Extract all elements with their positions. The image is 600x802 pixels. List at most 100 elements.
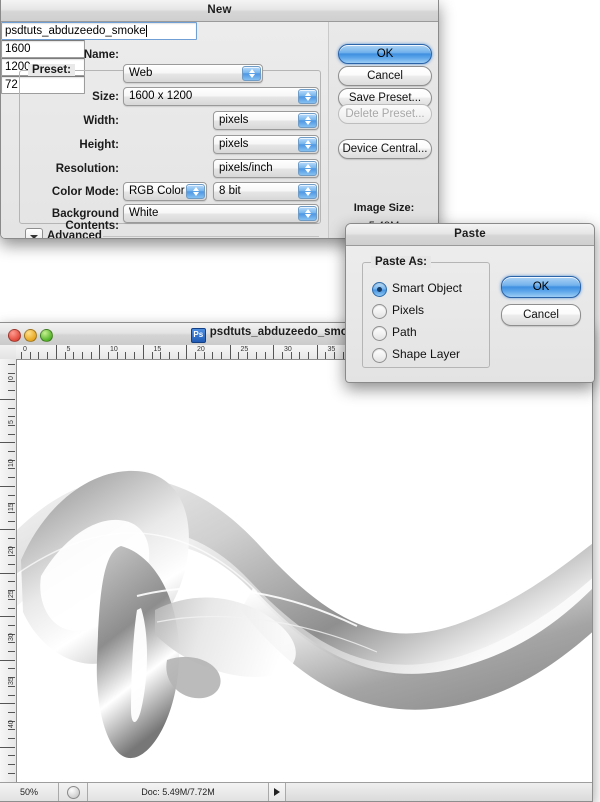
- width-unit-value: pixels: [219, 114, 249, 126]
- resolution-label: Resolution:: [55, 163, 119, 175]
- radio-pixels[interactable]: [372, 304, 387, 319]
- ruler-label: 20: [197, 346, 205, 353]
- radio-label-smart-object[interactable]: Smart Object: [392, 281, 462, 295]
- ok-button[interactable]: OK: [338, 44, 432, 64]
- ruler-tick: [8, 764, 15, 765]
- color-depth-dropdown[interactable]: 8 bit: [213, 182, 319, 201]
- width-unit-dropdown[interactable]: pixels: [213, 111, 319, 130]
- ruler-tick: [299, 352, 300, 359]
- paste-cancel-button[interactable]: Cancel: [501, 304, 581, 326]
- preset-dropdown[interactable]: Web: [123, 64, 263, 83]
- ruler-tick: [8, 381, 15, 382]
- ruler-tick: [8, 599, 15, 600]
- ruler-label: 0: [23, 346, 27, 353]
- cancel-button[interactable]: Cancel: [338, 66, 432, 86]
- chevron-updown-icon[interactable]: [298, 206, 317, 221]
- ruler-tick: [0, 660, 15, 661]
- chevron-updown-icon[interactable]: [298, 137, 317, 152]
- background-contents-dropdown[interactable]: White: [123, 204, 319, 223]
- chevron-updown-icon[interactable]: [298, 89, 317, 104]
- radio-smart-object[interactable]: [372, 282, 387, 297]
- chevron-updown-icon[interactable]: [242, 66, 261, 81]
- ruler-tick: [265, 352, 266, 359]
- paste-ok-button[interactable]: OK: [501, 276, 581, 298]
- ruler-tick: [73, 352, 74, 359]
- new-document-dialog: New Name: psdtuts_abduzeedo_smoke Preset…: [0, 0, 439, 239]
- proxy-preview-icon[interactable]: [59, 783, 88, 801]
- resolution-unit-dropdown[interactable]: pixels/inch: [213, 159, 319, 178]
- ruler-tick: [8, 425, 15, 426]
- ruler-tick: [99, 345, 100, 359]
- ruler-tick: [8, 642, 15, 643]
- text-caret: [145, 25, 147, 37]
- radio-label-path[interactable]: Path: [392, 325, 417, 339]
- ruler-tick: [108, 352, 109, 359]
- ruler-tick: [8, 755, 15, 756]
- device-central-button[interactable]: Device Central...: [338, 139, 432, 159]
- ruler-tick: [317, 345, 318, 359]
- radio-label-pixels[interactable]: Pixels: [392, 303, 424, 317]
- ruler-tick: [8, 477, 15, 478]
- ruler-tick: [247, 352, 248, 359]
- image-canvas[interactable]: [17, 360, 592, 783]
- ruler-tick: [0, 486, 15, 487]
- document-window: Ps psdtuts_abduzeedo_smoke @ 50% 0 5 10 15 20…: [0, 322, 593, 802]
- status-menu-arrow-icon[interactable]: [269, 783, 286, 801]
- radio-label-shape-layer[interactable]: Shape Layer: [392, 347, 460, 361]
- size-dropdown-value: 1600 x 1200: [129, 90, 193, 102]
- ruler-tick: [8, 625, 15, 626]
- ruler-tick: [212, 352, 213, 359]
- ruler-tick: [143, 345, 144, 359]
- paste-dialog-title: Paste: [346, 224, 594, 246]
- ruler-label: 0: [8, 376, 15, 380]
- ruler-tick: [8, 773, 15, 774]
- background-contents-value: White: [129, 207, 159, 219]
- width-input-value: 1600: [5, 43, 31, 55]
- status-bar-filler: [286, 783, 592, 801]
- color-depth-value: 8 bit: [219, 185, 241, 197]
- preset-dropdown-value: Web: [129, 67, 153, 79]
- ruler-tick: [8, 712, 15, 713]
- name-input[interactable]: psdtuts_abduzeedo_smoke: [1, 22, 197, 40]
- ruler-tick: [8, 521, 15, 522]
- radio-path[interactable]: [372, 326, 387, 341]
- advanced-disclosure-triangle-icon[interactable]: [25, 228, 43, 238]
- ruler-tick: [8, 408, 15, 409]
- ruler-tick: [91, 352, 92, 359]
- vertical-ruler[interactable]: 0 5 10 15 20 25 30 35 40: [0, 359, 17, 783]
- size-dropdown[interactable]: 1600 x 1200: [123, 87, 319, 106]
- ruler-tick: [8, 695, 15, 696]
- height-label: Height:: [79, 139, 119, 151]
- zoom-level[interactable]: 50%: [0, 783, 59, 801]
- ruler-label: 5: [66, 346, 71, 353]
- ruler-label: 15: [8, 502, 15, 511]
- document-size-info: Doc: 5.49M/7.72M: [88, 783, 269, 801]
- color-mode-dropdown[interactable]: RGB Color: [123, 182, 207, 201]
- color-mode-value: RGB Color: [129, 185, 185, 197]
- chevron-updown-icon[interactable]: [186, 184, 205, 199]
- ruler-tick: [0, 616, 15, 617]
- ruler-label: 5: [8, 419, 15, 424]
- ruler-tick: [8, 416, 15, 417]
- ruler-tick: [0, 529, 15, 530]
- ruler-tick: [8, 608, 15, 609]
- ruler-tick: [282, 352, 283, 359]
- background-contents-label: Background Contents:: [51, 208, 119, 232]
- ruler-tick: [8, 468, 15, 469]
- ruler-tick: [117, 352, 118, 359]
- ruler-label: 25: [240, 346, 249, 353]
- paste-dialog: Paste Paste As: Smart Object Pixels Path…: [345, 223, 595, 383]
- height-unit-value: pixels: [219, 138, 249, 150]
- ruler-tick: [8, 434, 15, 435]
- chevron-updown-icon[interactable]: [298, 161, 317, 176]
- ruler-tick: [8, 738, 15, 739]
- ruler-tick: [56, 345, 57, 359]
- chevron-updown-icon[interactable]: [298, 184, 317, 199]
- advanced-divider: [103, 236, 319, 237]
- ruler-tick: [334, 352, 335, 359]
- height-unit-dropdown[interactable]: pixels: [213, 135, 319, 154]
- chevron-updown-icon[interactable]: [298, 113, 317, 128]
- paste-as-label: Paste As:: [371, 256, 431, 268]
- paste-dialog-body: Paste As: Smart Object Pixels Path Shape…: [346, 246, 594, 382]
- radio-shape-layer[interactable]: [372, 348, 387, 363]
